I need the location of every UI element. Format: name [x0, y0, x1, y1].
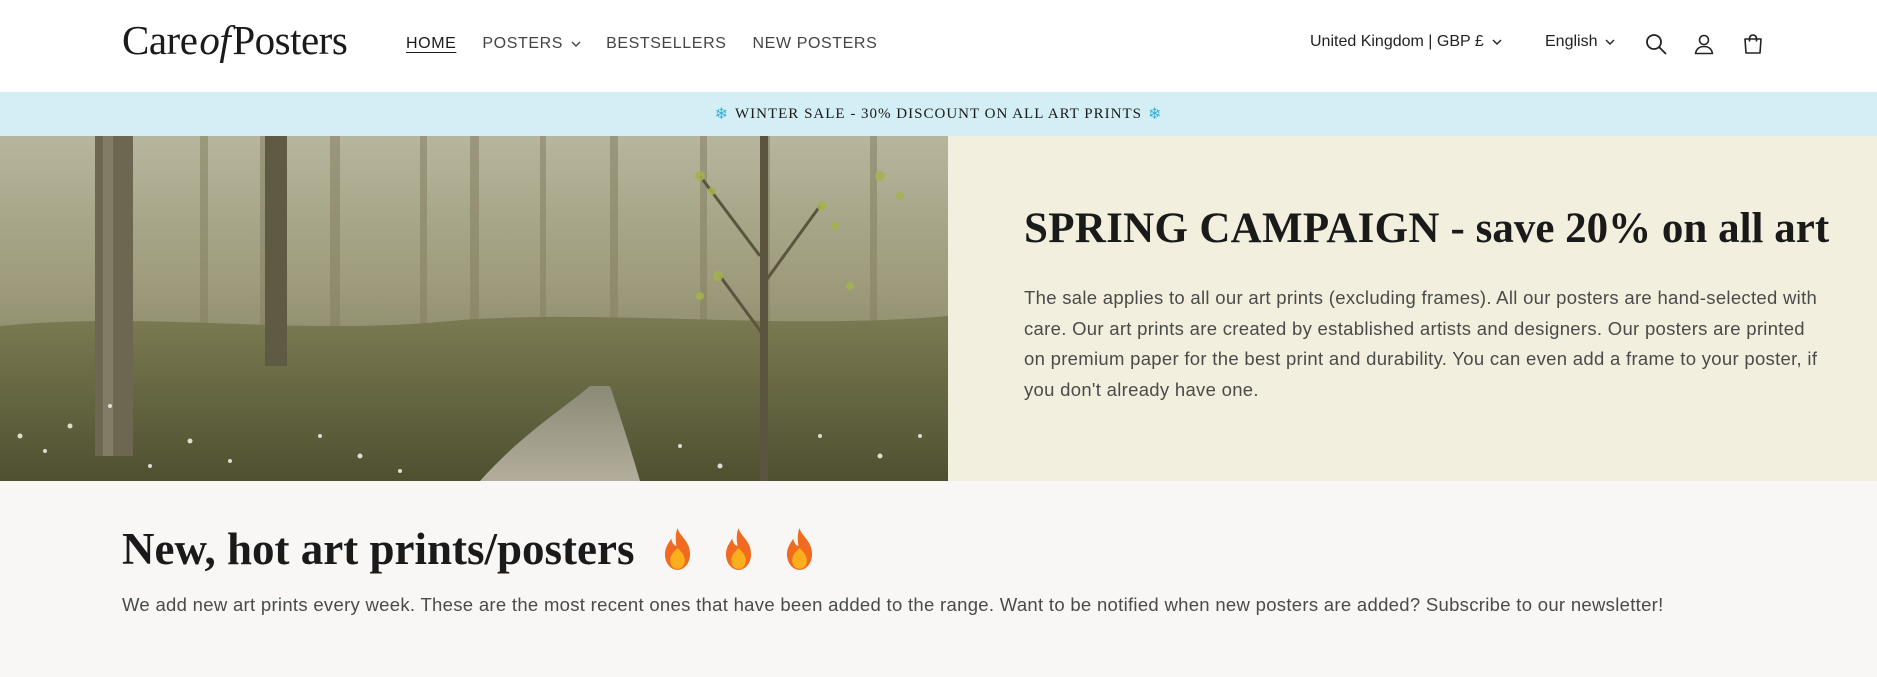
language-selector-label: English	[1545, 33, 1598, 50]
language-selector[interactable]: English	[1545, 33, 1616, 51]
search-button[interactable]	[1642, 30, 1670, 58]
hero-image	[0, 136, 948, 481]
chevron-down-icon	[1605, 39, 1615, 45]
snowflake-icon: ❄	[1148, 106, 1163, 123]
fire-icon	[726, 528, 752, 570]
account-icon	[1694, 34, 1714, 55]
account-button[interactable]	[1690, 30, 1718, 58]
section-description: We add new art prints every week. These …	[122, 594, 1664, 615]
announcement-text: WINTER SALE - 30% DISCOUNT ON ALL ART PR…	[735, 105, 1142, 122]
fire-icon	[787, 528, 813, 570]
cart-button[interactable]	[1739, 30, 1767, 58]
hero-title-strong: SPRING CAMPAIGN	[1024, 205, 1440, 252]
forest-stream-image	[0, 136, 948, 481]
announcement-bar[interactable]: ❄ WINTER SALE - 30% DISCOUNT ON ALL ART …	[0, 92, 1877, 136]
hero-text-panel: SPRING CAMPAIGN - save 20% on all art Th…	[948, 136, 1877, 481]
hero-title: SPRING CAMPAIGN - save 20% on all art	[1024, 204, 1829, 253]
hero-banner: SPRING CAMPAIGN - save 20% on all art Th…	[0, 136, 1877, 481]
section-title: New, hot art prints/posters	[122, 523, 821, 575]
section-title-text: New, hot art prints/posters	[122, 524, 635, 574]
chevron-down-icon	[1492, 39, 1502, 45]
fire-icon	[665, 528, 691, 570]
search-icon	[1646, 34, 1667, 55]
cart-icon	[1744, 34, 1762, 54]
snowflake-icon: ❄	[714, 106, 729, 123]
hero-title-rest: - save 20% on all art	[1439, 205, 1830, 252]
site-header: CareofPosters HOME POSTERS BESTSELLERS N…	[0, 0, 1877, 92]
country-selector-label: United Kingdom | GBP £	[1310, 33, 1484, 50]
fire-icons	[656, 526, 821, 572]
new-posters-section: New, hot art prints/posters We add new a…	[0, 481, 1877, 677]
header-tools: United Kingdom | GBP £ English	[0, 26, 1877, 62]
hero-description: The sale applies to all our art prints (…	[1024, 287, 1818, 400]
country-selector[interactable]: United Kingdom | GBP £	[1310, 33, 1503, 51]
